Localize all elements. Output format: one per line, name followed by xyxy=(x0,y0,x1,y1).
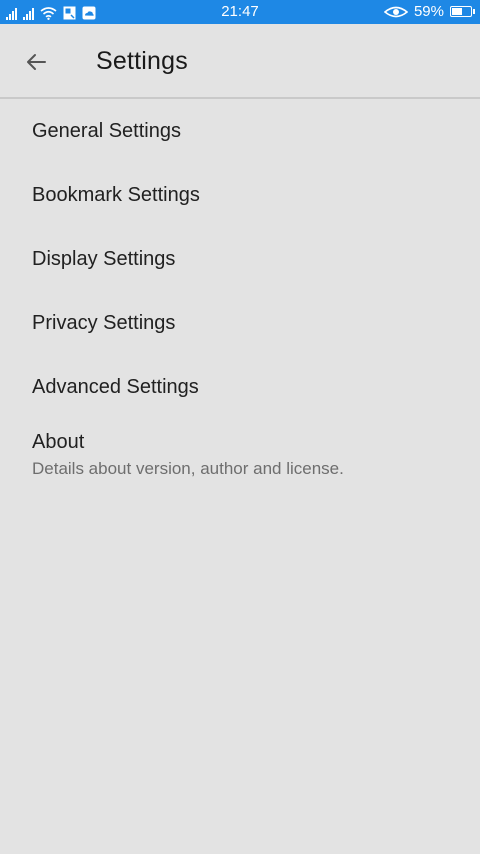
settings-item-bookmark[interactable]: Bookmark Settings xyxy=(0,163,480,227)
battery-percent: 59% xyxy=(413,3,444,20)
battery-icon xyxy=(450,6,475,17)
settings-item-general[interactable]: General Settings xyxy=(0,99,480,163)
about-title: About xyxy=(32,431,85,453)
status-icons-right: 59% xyxy=(383,3,475,20)
settings-item-label: Bookmark Settings xyxy=(32,184,200,206)
arrow-left-icon xyxy=(27,54,46,70)
back-button[interactable] xyxy=(14,40,58,84)
settings-item-privacy[interactable]: Privacy Settings xyxy=(0,291,480,355)
settings-item-label: Display Settings xyxy=(32,248,176,270)
settings-item-label: General Settings xyxy=(32,120,181,142)
app-toolbar: Settings xyxy=(0,24,480,99)
battery-level xyxy=(452,8,462,15)
settings-item-label: Privacy Settings xyxy=(32,312,176,334)
settings-list: General Settings Bookmark Settings Displ… xyxy=(0,99,480,419)
settings-item-about[interactable]: About Details about version, author and … xyxy=(0,419,480,495)
eye-icon xyxy=(383,6,408,17)
settings-item-display[interactable]: Display Settings xyxy=(0,227,480,291)
page-title: Settings xyxy=(96,47,188,75)
about-summary: Details about version, author and licens… xyxy=(32,459,344,478)
status-bar: 21:47 59% xyxy=(0,0,480,24)
settings-item-advanced[interactable]: Advanced Settings xyxy=(0,355,480,419)
settings-item-label: Advanced Settings xyxy=(32,376,199,398)
